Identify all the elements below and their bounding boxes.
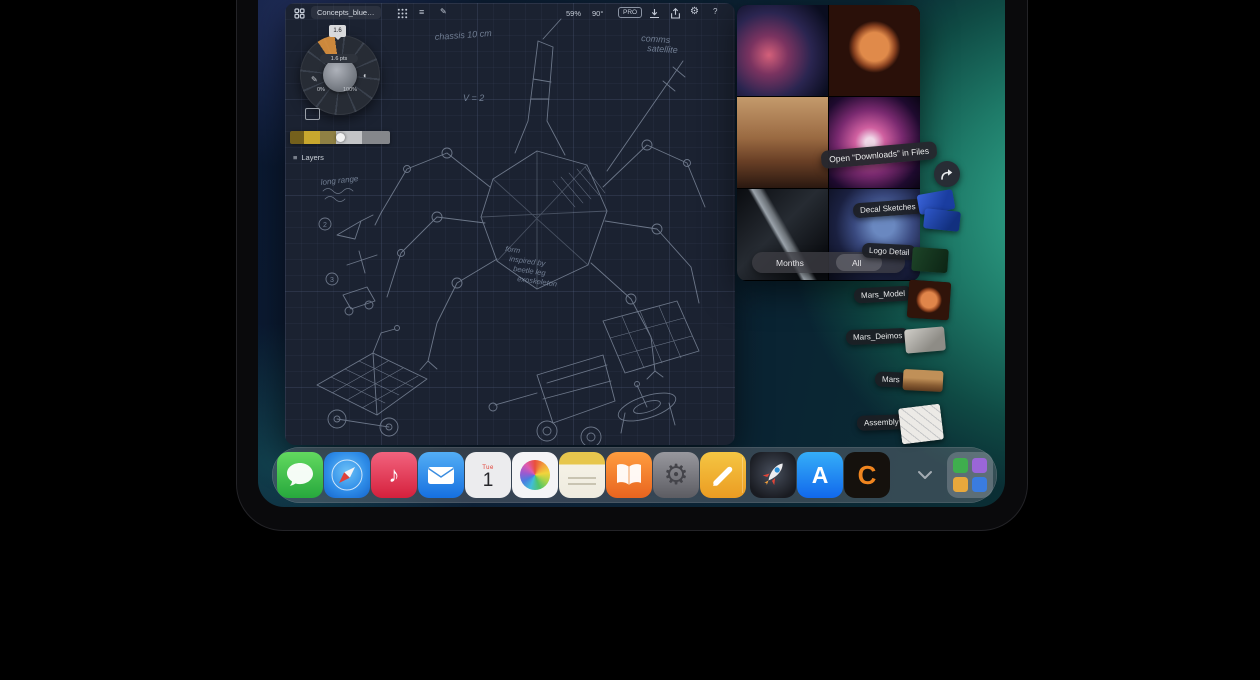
photo-mars-planet[interactable] bbox=[829, 5, 920, 96]
annotation-comms-2: satellite bbox=[647, 43, 678, 55]
app-library-mini-orange bbox=[953, 477, 968, 492]
dock-app-photos[interactable] bbox=[512, 452, 558, 498]
dock-separator bbox=[742, 457, 743, 493]
drag-item-mars-model[interactable]: Mars_Model bbox=[854, 285, 913, 303]
settings-gear-icon-dock: ⚙ bbox=[663, 461, 688, 489]
brush-size-label: 1.6 pts bbox=[320, 54, 358, 63]
thumb-mars-model bbox=[907, 280, 952, 321]
opacity-max-label: 100% bbox=[343, 87, 357, 93]
dock-chevron-down-icon[interactable] bbox=[917, 468, 933, 480]
pencil-icon bbox=[700, 452, 746, 498]
dock-app-settings[interactable]: ⚙ bbox=[653, 452, 699, 498]
annotation-number-2: 2 bbox=[323, 222, 327, 229]
app-library-mini-blue bbox=[972, 477, 987, 492]
photos-flower-icon bbox=[520, 460, 550, 490]
dock-app-messages[interactable] bbox=[277, 452, 323, 498]
annotation-number-3: 3 bbox=[330, 277, 334, 284]
pro-badge[interactable]: PRO bbox=[618, 7, 642, 18]
notes-lines-icon bbox=[568, 477, 596, 479]
dock-app-calendar[interactable]: Tue 1 bbox=[465, 452, 511, 498]
menu-icon[interactable]: ≡ bbox=[419, 7, 424, 17]
annotation-long-range: long range bbox=[320, 174, 359, 187]
brush-size-flag: 1.6 bbox=[329, 25, 346, 37]
canvas-rotation[interactable]: 90° bbox=[592, 9, 603, 18]
rocket-icon bbox=[750, 452, 796, 498]
thumb-decal-2 bbox=[923, 208, 961, 232]
calendar-day: 1 bbox=[483, 471, 494, 490]
appstore-a-icon: A bbox=[812, 462, 829, 489]
dock-app-notes[interactable] bbox=[559, 452, 605, 498]
canvas-ratio-icon[interactable] bbox=[305, 108, 320, 120]
layers-icon: ≡ bbox=[293, 153, 297, 162]
dock-app-markup[interactable] bbox=[700, 452, 746, 498]
books-open-book-icon bbox=[606, 452, 652, 498]
app-library-mini-purple bbox=[972, 458, 987, 473]
annotation-chassis: chassis 10 cm bbox=[434, 28, 492, 42]
annotation-velocity: V = 2 bbox=[463, 93, 484, 103]
import-icon[interactable] bbox=[649, 8, 660, 19]
drag-item-logo-detail[interactable]: Logo Detail bbox=[862, 243, 917, 261]
dock-app-mail[interactable] bbox=[418, 452, 464, 498]
ipad-screen-wallpaper: chassis 10 cm comms satellite V = 2 long… bbox=[258, 0, 1005, 507]
music-note-icon: ♪ bbox=[389, 462, 400, 488]
dock-app-library[interactable] bbox=[947, 452, 993, 498]
dock-app-music[interactable]: ♪ bbox=[371, 452, 417, 498]
photo-nebula-pink[interactable] bbox=[737, 5, 828, 96]
color-swatch-yellow[interactable] bbox=[304, 131, 320, 144]
nib-icon[interactable]: ✎ bbox=[311, 75, 318, 84]
app-library-grid-icon bbox=[947, 452, 993, 498]
color-swatch-dark-gold[interactable] bbox=[290, 131, 304, 144]
opacity-min-label: 0% bbox=[317, 87, 325, 93]
thumb-mars bbox=[902, 369, 943, 392]
concepts-c-icon: C bbox=[858, 460, 877, 491]
concepts-app-window[interactable]: chassis 10 cm comms satellite V = 2 long… bbox=[285, 3, 735, 445]
dock-app-concepts[interactable]: C bbox=[844, 452, 890, 498]
mail-envelope-icon bbox=[418, 452, 464, 498]
thumb-mars-deimos bbox=[904, 326, 946, 353]
color-swatch-gray[interactable] bbox=[362, 131, 390, 144]
color-swatch-olive[interactable] bbox=[320, 131, 336, 144]
zoom-level[interactable]: 59% bbox=[566, 9, 581, 18]
thumb-logo-detail bbox=[911, 247, 949, 273]
share-icon[interactable] bbox=[670, 8, 681, 19]
selected-color-marker bbox=[336, 133, 345, 142]
thumb-assembly bbox=[898, 404, 944, 445]
app-library-mini-green bbox=[953, 458, 968, 473]
contrast-icon[interactable]: ◐ bbox=[363, 71, 368, 80]
annotation-note-1: form bbox=[505, 244, 521, 255]
document-title[interactable]: Concepts_blue… bbox=[311, 6, 381, 19]
segment-all[interactable]: All bbox=[852, 258, 861, 268]
settings-gear-icon[interactable]: ⚙ bbox=[690, 6, 699, 17]
photos-app-window: Months All bbox=[737, 5, 920, 281]
drag-item-mars-deimos[interactable]: Mars_Deimos bbox=[846, 328, 910, 345]
ipad-device: chassis 10 cm comms satellite V = 2 long… bbox=[237, 0, 1027, 530]
segment-months[interactable]: Months bbox=[776, 258, 804, 268]
dock-app-appstore[interactable]: A bbox=[797, 452, 843, 498]
dock: ♪ Tue 1 ⚙ bbox=[272, 447, 997, 503]
forward-arrow-icon bbox=[940, 168, 954, 181]
photo-grid bbox=[737, 5, 920, 280]
help-icon[interactable]: ? bbox=[713, 7, 717, 16]
apps-grid-icon[interactable] bbox=[294, 8, 305, 19]
layers-label: Layers bbox=[301, 153, 324, 162]
layers-button[interactable]: ≡ Layers bbox=[293, 153, 324, 162]
share-forward-button[interactable] bbox=[934, 161, 960, 187]
dock-app-safari[interactable] bbox=[324, 452, 370, 498]
dock-app-rocket[interactable] bbox=[750, 452, 796, 498]
safari-compass-icon bbox=[324, 452, 370, 498]
grid-dots-icon[interactable] bbox=[397, 8, 408, 19]
stylus-icon[interactable]: ✎ bbox=[440, 7, 447, 16]
photo-mars-landscape[interactable] bbox=[737, 97, 828, 188]
dock-app-books[interactable] bbox=[606, 452, 652, 498]
messages-bubble-icon bbox=[277, 452, 323, 498]
